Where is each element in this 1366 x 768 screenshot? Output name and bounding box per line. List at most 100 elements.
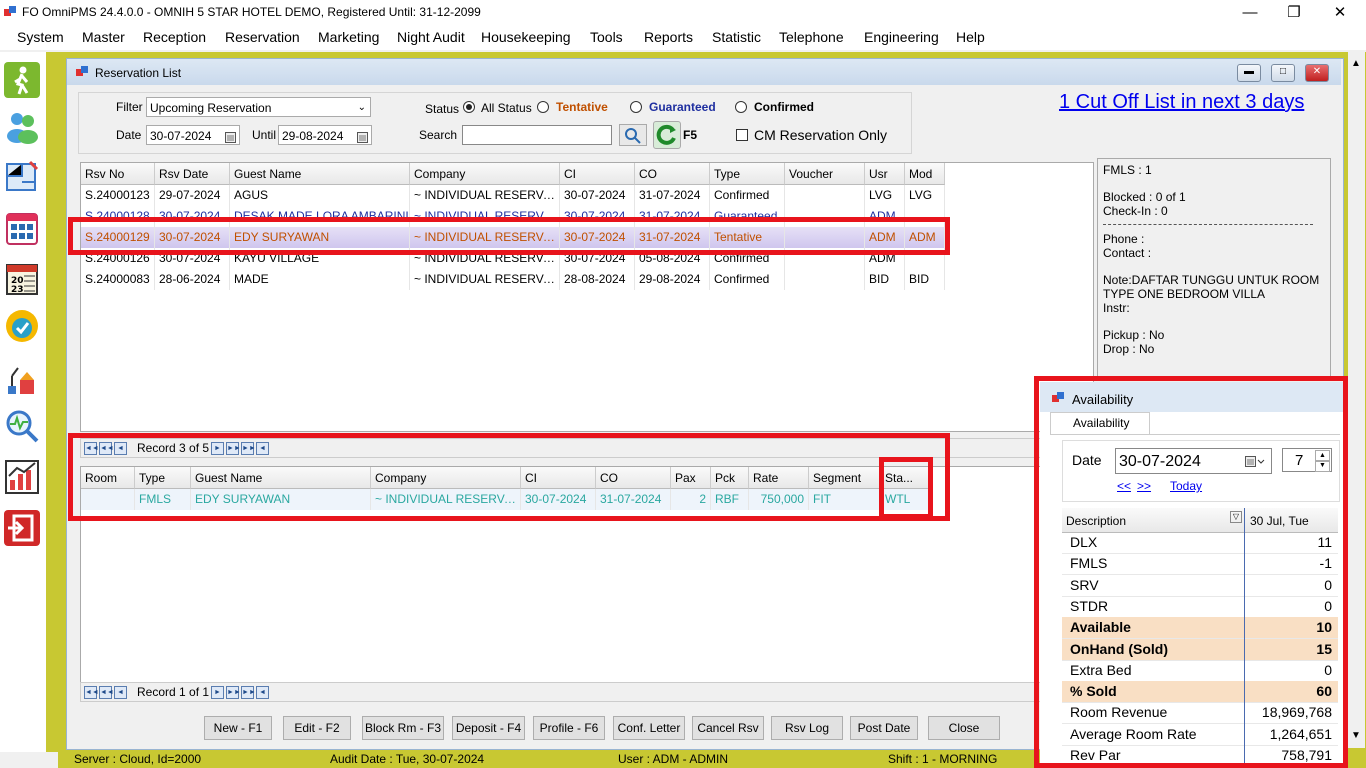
calendar-picker-icon[interactable] bbox=[225, 129, 236, 149]
menu-system[interactable]: System bbox=[17, 29, 64, 45]
radio-all-status[interactable] bbox=[463, 101, 475, 113]
reservation-info-panel: FMLS : 1 Blocked : 0 of 1 Check-In : 0 P… bbox=[1097, 158, 1331, 380]
info-note-line2: TYPE ONE BEDROOM VILLA bbox=[1103, 287, 1266, 301]
menu-telephone[interactable]: Telephone bbox=[779, 29, 844, 45]
profile-button[interactable]: Profile - F6 bbox=[533, 716, 605, 740]
reservation-col-header[interactable]: Rsv No bbox=[81, 163, 155, 185]
reservation-col-header[interactable]: Rsv Date bbox=[155, 163, 230, 185]
child-close-button[interactable]: ✕ bbox=[1305, 64, 1329, 82]
reservation-col-header[interactable]: Company bbox=[410, 163, 560, 185]
reservation-col-header[interactable]: CI bbox=[560, 163, 635, 185]
filter-select-value: Upcoming Reservation bbox=[150, 101, 272, 115]
reservation-list-titlebar: Reservation List ▬ □ ✕ bbox=[67, 59, 1341, 85]
child-maximize-button[interactable]: □ bbox=[1271, 64, 1295, 82]
scroll-up-icon[interactable]: ▲ bbox=[1351, 58, 1361, 69]
refresh-icon bbox=[656, 124, 676, 145]
reservation-cell: S.24000123 bbox=[81, 185, 155, 206]
reservation-row[interactable]: S.24000083 28-06-2024 MADE ~ INDIVIDUAL RES… bbox=[81, 269, 945, 290]
cm-reservation-checkbox[interactable] bbox=[736, 129, 748, 141]
search-button[interactable] bbox=[619, 124, 647, 146]
menu-master[interactable]: Master bbox=[82, 29, 125, 45]
menu-reception[interactable]: Reception bbox=[143, 29, 206, 45]
reservation-col-header[interactable]: Voucher bbox=[785, 163, 865, 185]
close-button[interactable]: Close bbox=[928, 716, 1000, 740]
reservation-col-header[interactable]: CO bbox=[635, 163, 710, 185]
reservation-cell: 30-07-2024 bbox=[560, 185, 635, 206]
room-grid-icon[interactable] bbox=[4, 210, 40, 246]
minimize-button[interactable]: — bbox=[1230, 2, 1270, 24]
all-status-label: All Status bbox=[481, 101, 532, 115]
reservation-cell: 31-07-2024 bbox=[635, 185, 710, 206]
refresh-button[interactable] bbox=[653, 121, 681, 149]
reservation-col-header[interactable]: Mod bbox=[905, 163, 945, 185]
guarantee-badge-icon[interactable] bbox=[4, 308, 40, 344]
reservation-col-header[interactable]: Guest Name bbox=[230, 163, 410, 185]
radio-confirmed[interactable] bbox=[735, 101, 747, 113]
child-minimize-button[interactable]: ▬ bbox=[1237, 64, 1261, 82]
refresh-shortcut: F5 bbox=[683, 128, 698, 142]
reservation-cell: LVG bbox=[905, 185, 945, 206]
deposit-button[interactable]: Deposit - F4 bbox=[452, 716, 525, 740]
scroll-down-icon[interactable]: ▼ bbox=[1351, 730, 1361, 741]
date-until-field[interactable]: 29-08-2024 bbox=[278, 125, 372, 145]
conf-letter-button[interactable]: Conf. Letter bbox=[613, 716, 685, 740]
block-room-button[interactable]: Block Rm - F3 bbox=[362, 716, 444, 740]
status-label: Status bbox=[425, 102, 460, 116]
highlight-selected-reservation bbox=[68, 217, 950, 255]
chart-report-icon[interactable] bbox=[4, 458, 40, 494]
logout-icon[interactable] bbox=[4, 510, 40, 546]
date-from-field[interactable]: 30-07-2024 bbox=[146, 125, 240, 145]
menu-statistic[interactable]: Statistic bbox=[712, 29, 761, 45]
rsv-log-button[interactable]: Rsv Log bbox=[771, 716, 843, 740]
search-input[interactable] bbox=[462, 125, 612, 145]
radio-guaranteed[interactable] bbox=[630, 101, 642, 113]
menu-help[interactable]: Help bbox=[956, 29, 985, 45]
menu-night-audit[interactable]: Night Audit bbox=[397, 29, 465, 45]
floor-plan-icon[interactable] bbox=[4, 158, 40, 194]
status-server: Server : Cloud, Id=2000 bbox=[74, 752, 202, 766]
walk-in-icon[interactable] bbox=[4, 62, 40, 98]
close-window-button[interactable]: ✕ bbox=[1320, 2, 1360, 24]
next-page-icon[interactable]: ►► bbox=[226, 686, 241, 699]
until-label: Until bbox=[252, 128, 277, 142]
cutoff-list-link[interactable]: 1 Cut Off List in next 3 days bbox=[1059, 91, 1304, 114]
calendar-picker-icon[interactable] bbox=[357, 129, 368, 149]
menu-engineering[interactable]: Engineering bbox=[864, 29, 939, 45]
menu-reservation[interactable]: Reservation bbox=[225, 29, 300, 45]
info-room-count: FMLS : 1 bbox=[1103, 163, 1152, 177]
reservation-list-title: Reservation List bbox=[95, 66, 182, 80]
reservation-col-header[interactable]: Usr bbox=[865, 163, 905, 185]
reservation-row[interactable]: S.24000123 29-07-2024 AGUS ~ INDIVIDUAL RES… bbox=[81, 185, 945, 206]
new-button[interactable]: New - F1 bbox=[204, 716, 272, 740]
reservation-cell: LVG bbox=[865, 185, 905, 206]
menu-housekeeping[interactable]: Housekeeping bbox=[481, 29, 571, 45]
search-stats-icon[interactable] bbox=[4, 408, 40, 444]
cancel-rsv-button[interactable]: Cancel Rsv bbox=[692, 716, 764, 740]
app-icon bbox=[4, 6, 17, 18]
radio-tentative[interactable] bbox=[537, 101, 549, 113]
workspace-scrollbar[interactable]: ▲ ▼ bbox=[1348, 52, 1365, 748]
calendar-icon[interactable]: 20 23 bbox=[4, 260, 40, 296]
info-phone: Phone : bbox=[1103, 232, 1145, 246]
first-record-icon[interactable]: ◄◄ bbox=[84, 686, 99, 699]
nav-scroll-icon[interactable]: ◄ bbox=[256, 686, 269, 699]
prev-record-icon[interactable]: ◄ bbox=[114, 686, 127, 699]
reservation-col-header[interactable]: Type bbox=[710, 163, 785, 185]
guests-icon[interactable] bbox=[4, 108, 40, 144]
left-toolbar bbox=[0, 52, 47, 752]
restore-button[interactable]: ❐ bbox=[1274, 2, 1314, 24]
prev-page-icon[interactable]: ◄◄ bbox=[99, 686, 114, 699]
next-record-icon[interactable]: ► bbox=[211, 686, 224, 699]
menu-marketing[interactable]: Marketing bbox=[318, 29, 379, 45]
post-date-button[interactable]: Post Date bbox=[850, 716, 918, 740]
housekeeping-icon[interactable] bbox=[4, 362, 40, 398]
last-record-icon[interactable]: ►► bbox=[241, 686, 256, 699]
menu-reports[interactable]: Reports bbox=[644, 29, 693, 45]
edit-button[interactable]: Edit - F2 bbox=[283, 716, 351, 740]
menu-tools[interactable]: Tools bbox=[590, 29, 623, 45]
date-label: Date bbox=[116, 128, 142, 142]
filter-select[interactable]: Upcoming Reservation ⌄ bbox=[146, 97, 371, 117]
confirmed-label: Confirmed bbox=[754, 100, 814, 114]
window-title: FO OmniPMS 24.4.0.0 - OMNIH 5 STAR HOTEL… bbox=[22, 5, 481, 19]
reservation-cell: 29-08-2024 bbox=[635, 269, 710, 290]
